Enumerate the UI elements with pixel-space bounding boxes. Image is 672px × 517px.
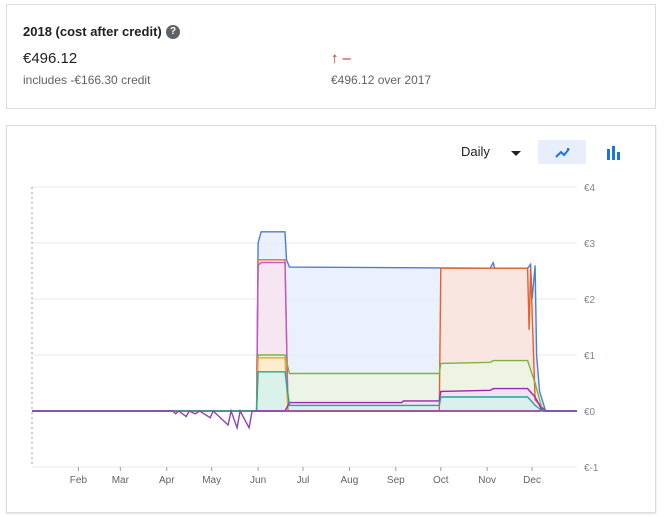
credit-text: includes -€166.30 credit <box>23 73 151 87</box>
x-tick-label: Jul <box>297 475 310 486</box>
y-tick-label: €3 <box>584 239 596 250</box>
x-tick-label: Mar <box>112 475 130 486</box>
x-tick-label: Feb <box>70 475 88 486</box>
compare-text: €496.12 over 2017 <box>331 73 432 87</box>
help-icon[interactable]: ? <box>166 25 180 39</box>
summary-card: 2018 (cost after credit) ? €496.12 inclu… <box>6 4 656 109</box>
chart-card: Daily €4 €3 €2 €1 €0 €-1 Feb Mar Apr May Jun Jul Aug… <box>6 125 656 513</box>
x-tick-label: May <box>202 475 221 486</box>
x-tick-label: Oct <box>433 475 449 486</box>
y-tick-label: €1 <box>584 351 596 362</box>
y-tick-label: €0 <box>584 407 596 418</box>
x-tick-label: Aug <box>341 475 359 486</box>
x-tick-label: Jun <box>250 475 266 486</box>
x-tick-label: Sep <box>387 475 405 486</box>
cost-chart: €4 €3 €2 €1 €0 €-1 Feb Mar Apr May Jun Jul Aug Sep Oct… <box>31 183 599 486</box>
y-tick-label: €2 <box>584 295 596 306</box>
x-tick-label: Apr <box>159 475 175 486</box>
x-tick-label: Dec <box>523 475 541 486</box>
trend-change-value: – <box>342 50 351 67</box>
summary-title: 2018 (cost after credit) <box>23 24 162 39</box>
trend-up-arrow-icon: ↑ <box>331 50 339 67</box>
total-amount: €496.12 <box>23 50 78 67</box>
y-tick-label: €4 <box>584 183 596 194</box>
series-line-8 <box>32 407 577 431</box>
x-tick-label: Nov <box>478 475 496 486</box>
trend-indicator: ↑ – <box>331 50 351 67</box>
chart-areas <box>32 231 577 411</box>
y-tick-label: €-1 <box>584 463 599 474</box>
